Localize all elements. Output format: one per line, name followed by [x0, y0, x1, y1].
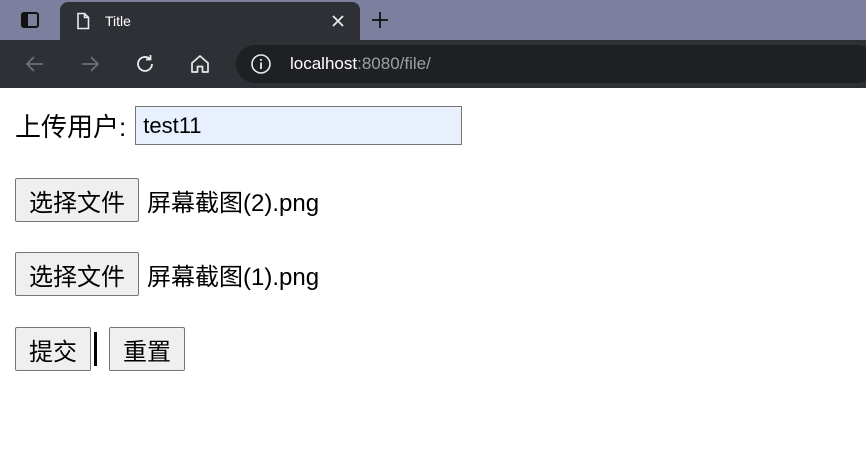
upload-user-label: 上传用户: [15, 112, 127, 142]
browser-toolbar: localhost:8080/file/ [0, 40, 866, 88]
submit-button[interactable]: 提交 [15, 327, 91, 371]
browser-tab-bar: Title [0, 0, 866, 40]
upload-user-input[interactable] [135, 106, 463, 145]
form-actions: 提交 重置 [15, 327, 185, 371]
upload-user-row: 上传用户: [15, 106, 463, 145]
address-bar[interactable]: localhost:8080/file/ [236, 45, 866, 83]
url-path: :8080/file/ [357, 54, 431, 73]
tab-strip-icon[interactable] [8, 6, 52, 34]
reset-button[interactable]: 重置 [109, 327, 185, 371]
url-host: localhost [290, 54, 358, 73]
info-icon[interactable] [250, 53, 272, 75]
tab-title: Title [105, 13, 131, 29]
forward-icon[interactable] [78, 52, 102, 76]
new-tab-icon[interactable] [366, 6, 394, 34]
file-row: 选择文件 屏幕截图(1).png [15, 252, 319, 296]
home-icon[interactable] [188, 52, 212, 76]
browser-tab[interactable]: Title [60, 2, 360, 40]
file-row: 选择文件 屏幕截图(2).png [15, 178, 319, 222]
reload-icon[interactable] [133, 52, 157, 76]
choose-file-button[interactable]: 选择文件 [15, 252, 139, 296]
selected-file-name: 屏幕截图(2).png [147, 189, 320, 217]
choose-file-button[interactable]: 选择文件 [15, 178, 139, 222]
text-cursor [94, 332, 97, 366]
url-text[interactable]: localhost:8080/file/ [290, 54, 431, 74]
page-icon [74, 12, 92, 30]
selected-file-name: 屏幕截图(1).png [147, 263, 320, 291]
back-icon[interactable] [23, 52, 47, 76]
page-content: 上传用户: 选择文件 屏幕截图(2).png 选择文件 屏幕截图(1).png … [0, 88, 866, 464]
close-icon[interactable] [328, 11, 348, 31]
